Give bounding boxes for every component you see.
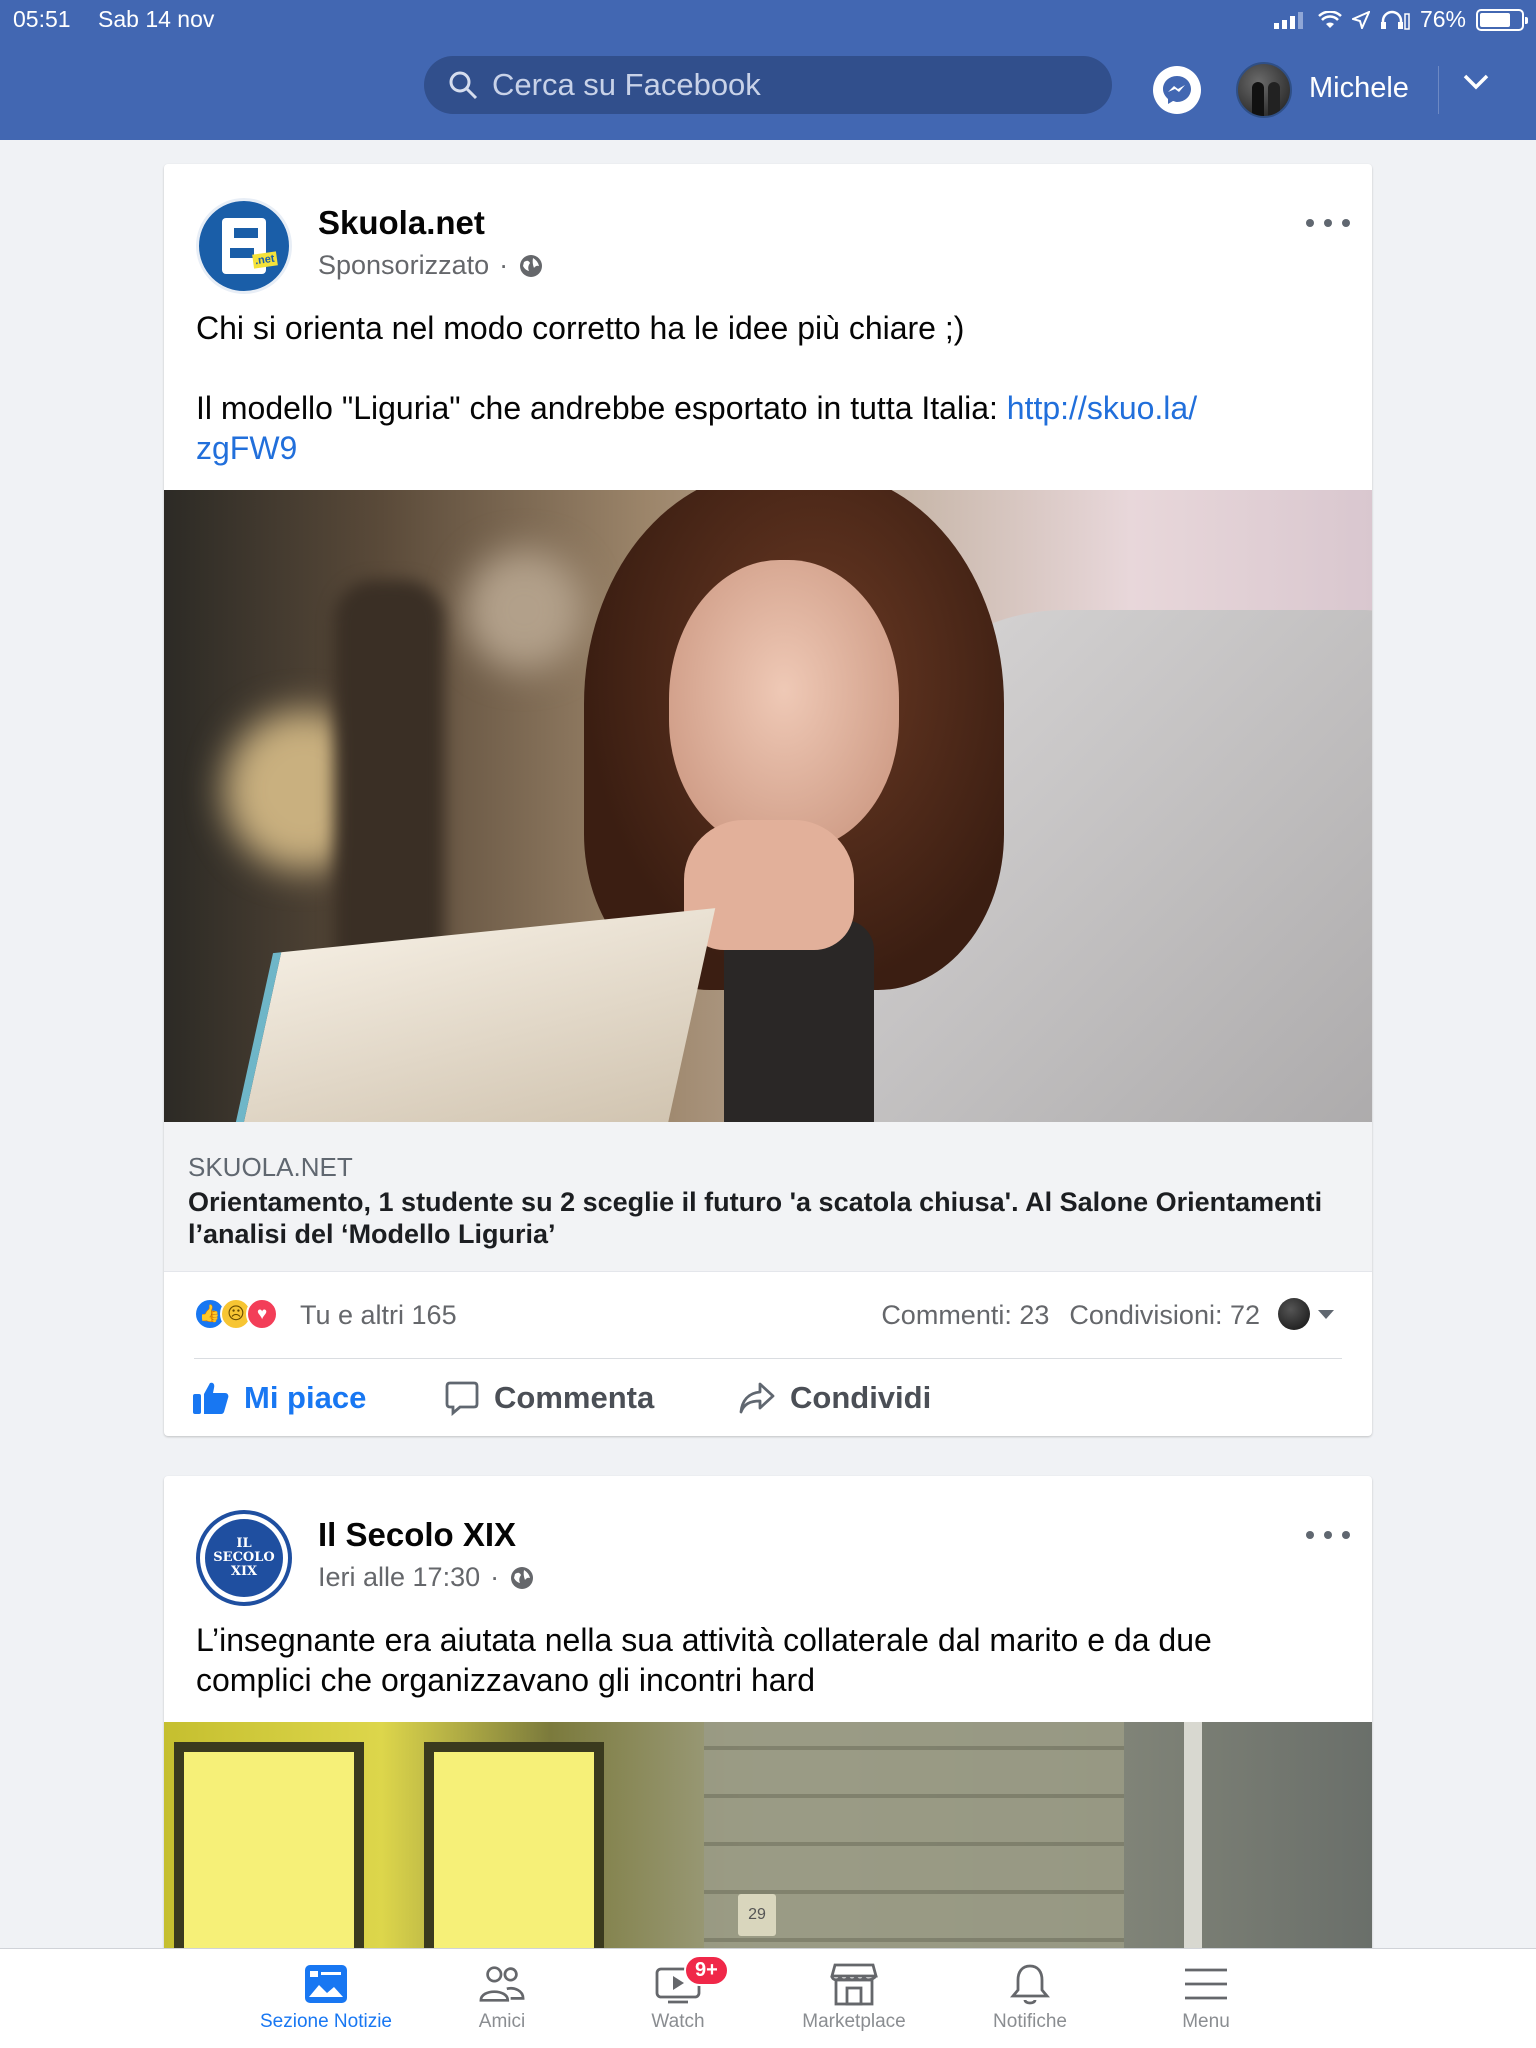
actions-divider	[194, 1358, 1342, 1359]
like-label: Mi piace	[244, 1380, 367, 1415]
page-name[interactable]: Skuola.net	[318, 204, 485, 242]
bell-icon	[1006, 1961, 1054, 2007]
tab-label: Watch	[651, 2011, 705, 2032]
status-date: Sab 14 nov	[98, 6, 215, 32]
profile-name[interactable]: Michele	[1309, 72, 1409, 105]
profile-avatar[interactable]	[1236, 62, 1292, 118]
tab-label: Menu	[1182, 2011, 1230, 2032]
post-text-line2: Il modello "Liguria" che andrebbe esport…	[196, 388, 1332, 468]
tab-menu[interactable]: Menu	[1118, 1961, 1294, 2041]
messenger-icon	[1163, 76, 1191, 104]
caret-down-icon[interactable]	[1318, 1310, 1334, 1319]
meta-dot: ·	[490, 1562, 500, 1592]
meta-dot: ·	[499, 250, 509, 280]
bottom-tab-bar: Sezione Notizie Amici 9+ Watch Marketpla…	[0, 1948, 1536, 2048]
location-icon	[1351, 10, 1370, 29]
menu-icon	[1182, 1961, 1230, 2007]
post-text: L’insegnante era aiutata nella sua attiv…	[196, 1622, 1221, 1698]
news-feed-icon	[302, 1961, 350, 2007]
engagement-counts: Commenti: 23 Condivisioni: 72	[881, 1300, 1260, 1331]
reactions-bar: 👍 ☹ ♥ Tu e altri 165 Commenti: 23 Condiv…	[164, 1272, 1372, 1360]
comment-label: Commenta	[494, 1380, 655, 1415]
search-bar[interactable]	[424, 56, 1112, 114]
tab-friends[interactable]: Amici	[414, 1961, 590, 2041]
post-card: .net Skuola.net Sponsorizzato · Chi si o…	[164, 164, 1372, 1436]
tab-label: Marketplace	[802, 2011, 906, 2032]
header-divider	[1438, 66, 1439, 114]
post-image[interactable]	[164, 490, 1372, 1122]
battery-fill	[1480, 12, 1510, 27]
page-avatar[interactable]: IL SECOLO XIX	[196, 1510, 292, 1606]
comments-count[interactable]: Commenti: 23	[881, 1300, 1049, 1331]
post-timestamp[interactable]: Ieri alle 17:30	[318, 1562, 480, 1593]
thumbs-up-icon	[193, 1382, 229, 1414]
link-domain: SKUOLA.NET	[188, 1152, 353, 1182]
watch-icon: 9+	[654, 1955, 729, 2007]
search-input[interactable]	[492, 67, 1052, 103]
search-icon	[434, 56, 492, 114]
secolo-logo: IL SECOLO XIX	[205, 1519, 283, 1597]
chevron-down-icon	[1463, 74, 1489, 90]
tab-marketplace[interactable]: Marketplace	[766, 1961, 942, 2041]
globe-icon	[520, 254, 543, 277]
headphones-icon	[1380, 10, 1410, 30]
post-actions: Mi piace Commenta Condividi	[164, 1360, 1372, 1436]
reaction-as-avatar[interactable]	[1278, 1298, 1310, 1330]
post-meta: Sponsorizzato ·	[318, 250, 544, 281]
page-avatar[interactable]: .net	[196, 198, 292, 294]
post-meta: Ieri alle 17:30 ·	[318, 1562, 535, 1593]
love-reaction-icon: ♥	[246, 1298, 278, 1330]
tab-watch[interactable]: 9+ Watch	[590, 1955, 766, 2041]
reactions-count[interactable]: Tu e altri 165	[300, 1300, 457, 1331]
tab-label: Sezione Notizie	[259, 2011, 393, 2032]
status-indicators: 76%	[1273, 6, 1528, 33]
logo-text: IL SECOLO XIX	[213, 1536, 275, 1579]
battery-icon	[1476, 8, 1528, 31]
page-name[interactable]: Il Secolo XIX	[318, 1516, 516, 1554]
house-number-plate: 29	[738, 1894, 776, 1936]
account-menu-button[interactable]	[1462, 72, 1490, 97]
shares-count[interactable]: Condivisioni: 72	[1069, 1300, 1260, 1331]
wifi-icon	[1318, 10, 1342, 28]
top-bar: 05:51 Sab 14 nov 76% Michele	[0, 0, 1536, 140]
tab-news-feed[interactable]: Sezione Notizie	[238, 1961, 414, 2041]
link-preview[interactable]: SKUOLA.NET Orientamento, 1 studente su 2…	[164, 1122, 1372, 1272]
share-label: Condividi	[790, 1380, 932, 1415]
logo-net-badge: .net	[252, 251, 278, 269]
battery-percent: 76%	[1419, 6, 1466, 32]
tab-notifications[interactable]: Notifiche	[942, 1961, 1118, 2041]
tab-label: Notifiche	[993, 2011, 1067, 2032]
comment-icon	[445, 1381, 479, 1416]
reaction-icons[interactable]: 👍 ☹ ♥	[194, 1298, 278, 1330]
status-time: 05:51	[13, 6, 71, 32]
comment-button[interactable]: Commenta	[444, 1360, 654, 1436]
globe-icon	[511, 1566, 534, 1589]
signal-icon	[1273, 11, 1303, 29]
sponsored-label: Sponsorizzato	[318, 250, 490, 280]
messenger-button[interactable]	[1153, 66, 1201, 114]
link-title: Orientamento, 1 studente su 2 sceglie il…	[188, 1187, 1323, 1249]
marketplace-icon	[830, 1961, 878, 2007]
post-text-body: Il modello "Liguria" che andrebbe esport…	[196, 390, 1007, 426]
like-button[interactable]: Mi piace	[192, 1360, 366, 1436]
share-button[interactable]: Condividi	[738, 1360, 931, 1436]
share-icon	[739, 1382, 775, 1414]
status-bar: 05:51 Sab 14 nov 76%	[0, 0, 1536, 40]
friends-icon	[478, 1961, 526, 2007]
post-options-button[interactable]	[1306, 208, 1350, 238]
post-options-button[interactable]	[1306, 1520, 1350, 1550]
watch-badge: 9+	[684, 1955, 729, 1986]
post-text-line1: Chi si orienta nel modo corretto ha le i…	[196, 310, 965, 346]
tab-label: Amici	[478, 2011, 526, 2032]
